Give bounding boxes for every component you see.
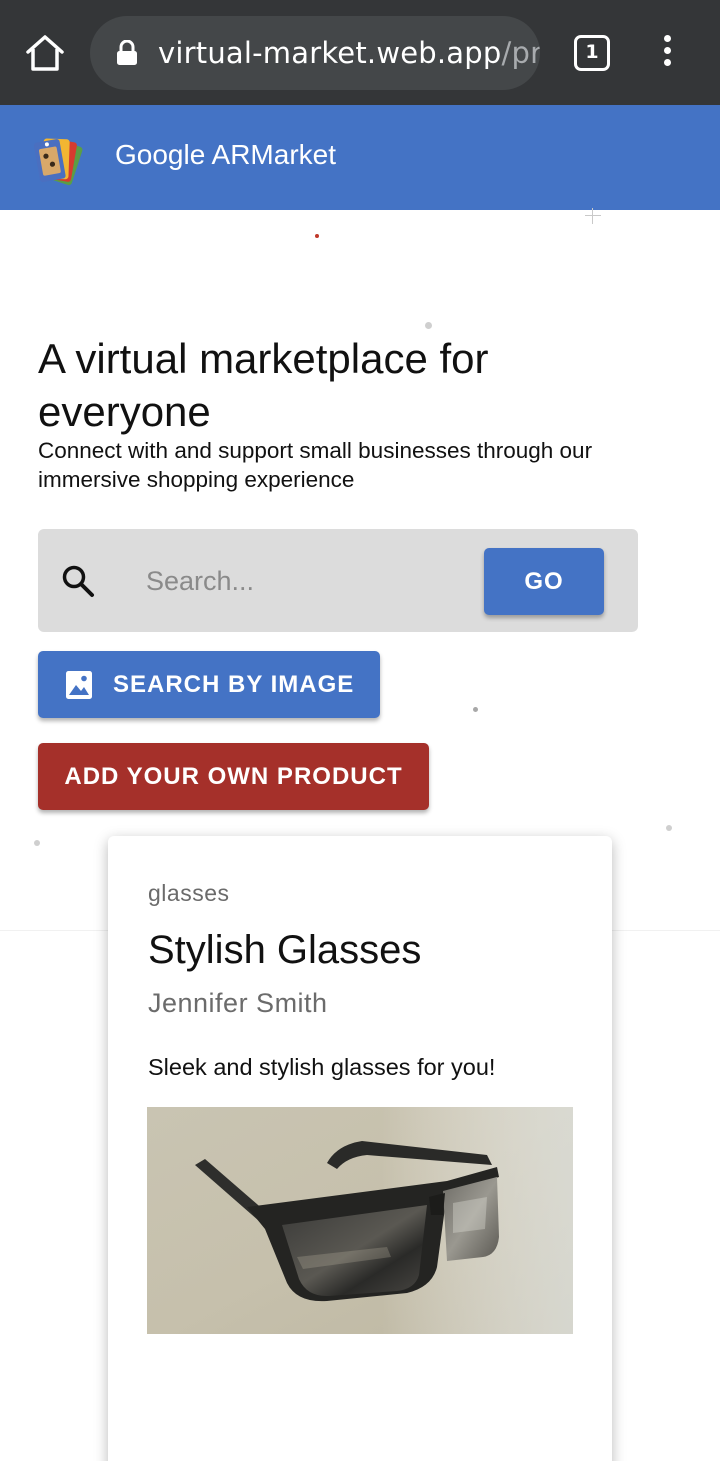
go-button[interactable]: GO [484,548,604,615]
product-title: Stylish Glasses [148,928,422,972]
url-domain: virtual-market.web.app [158,36,502,70]
product-image[interactable] [147,1107,573,1334]
tab-switcher-button[interactable]: 1 [574,35,610,71]
sparkle-dot [425,322,432,329]
sparkle-dot [34,840,40,846]
product-seller: Jennifer Smith [148,988,328,1018]
app-bar: Google ARMarket [0,105,720,210]
hero-subline: Connect with and support small businesse… [38,438,593,492]
home-icon[interactable] [22,30,68,76]
search-by-image-button[interactable]: SEARCH BY IMAGE [38,651,380,718]
sparkle-dot [473,707,478,712]
sparkle-plus-icon [585,208,601,224]
url-path: /pro [501,36,541,70]
url-text: virtual-market.web.app/pro [158,36,540,70]
product-description: Sleek and stylish glasses for you! [148,1054,496,1080]
sparkle-dot [666,825,672,831]
product-category: glasses [148,880,230,906]
add-product-button[interactable]: ADD YOUR OWN PRODUCT [38,743,429,810]
product-card[interactable]: glasses Stylish Glasses Jennifer Smith S… [108,836,612,1461]
armarket-logo-icon[interactable] [28,127,90,189]
search-bar: GO [38,529,638,632]
more-menu-icon[interactable] [658,35,676,71]
search-icon[interactable] [60,563,96,599]
browser-toolbar: virtual-market.web.app/pro 1 [0,0,720,105]
lock-icon [116,39,138,66]
address-bar[interactable]: virtual-market.web.app/pro [90,16,540,90]
image-icon [65,670,93,700]
hero-headline: A virtual marketplace for everyone [38,335,489,435]
app-title: Google ARMarket [115,139,336,170]
search-by-image-label: SEARCH BY IMAGE [113,671,355,698]
search-input[interactable] [146,559,466,603]
sparkle-dot [315,234,319,238]
